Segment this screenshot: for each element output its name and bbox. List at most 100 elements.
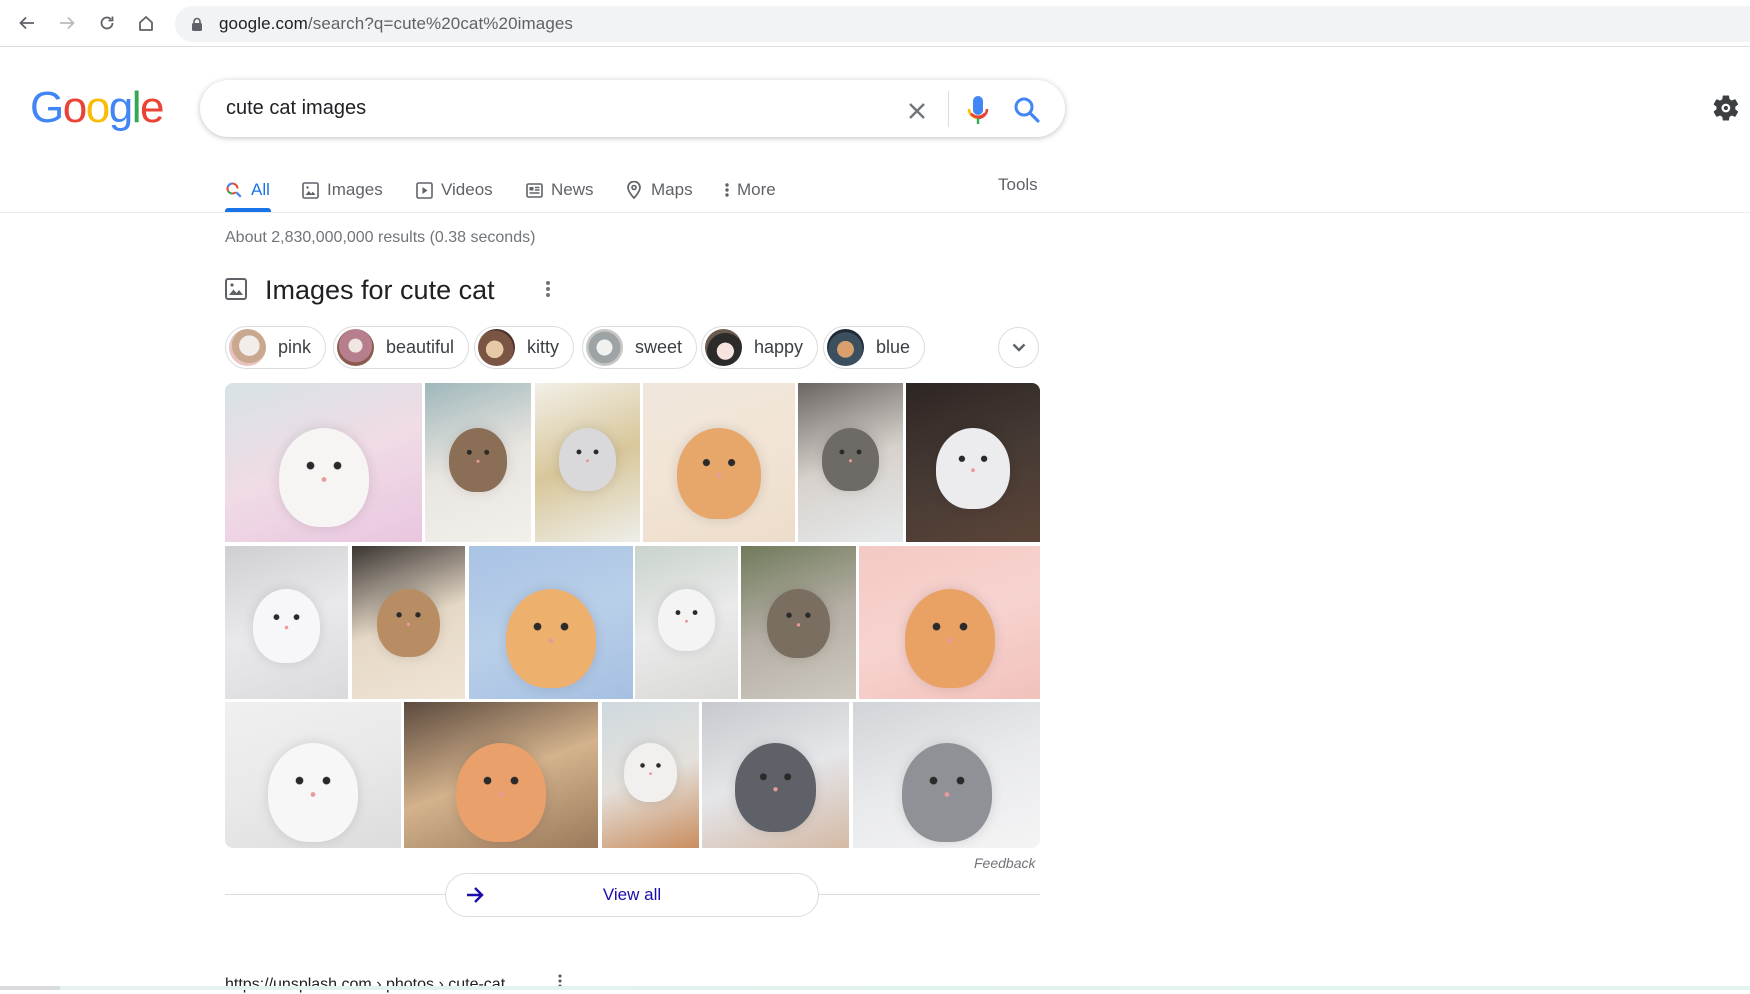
chip-sweet[interactable]: sweet: [582, 326, 698, 369]
image-result-tile[interactable]: [906, 383, 1040, 542]
image-result-tile[interactable]: [859, 546, 1040, 699]
logo-letter: G: [30, 83, 64, 132]
tab-images[interactable]: Images: [301, 175, 383, 205]
kitten-photo: [677, 427, 761, 520]
tab-more[interactable]: More: [723, 175, 776, 205]
kitten-photo: [623, 742, 678, 802]
logo-letter: o: [85, 83, 110, 132]
google-logo[interactable]: Google: [30, 83, 164, 132]
image-result-tile[interactable]: [225, 702, 401, 848]
image-result-tile[interactable]: [469, 546, 633, 699]
logo-letter: g: [108, 83, 133, 132]
tab-maps[interactable]: Maps: [625, 175, 693, 205]
chip-happy[interactable]: happy: [701, 326, 819, 369]
arrow-left-icon: [19, 16, 34, 30]
result-stats: About 2,830,000,000 results (0.38 second…: [225, 229, 536, 246]
images-section-header: Images for cute cat: [225, 272, 495, 308]
image-result-tile[interactable]: [225, 546, 348, 699]
image-grid: [225, 383, 1040, 848]
clear-search-button[interactable]: [903, 97, 931, 125]
logo-letter: o: [62, 83, 87, 132]
voice-search-button[interactable]: [963, 94, 993, 128]
kitten-photo: [252, 588, 321, 664]
kitten-photo: [901, 742, 992, 842]
tab-all[interactable]: All: [225, 175, 270, 205]
chip-blue[interactable]: blue: [823, 326, 926, 369]
chip-label: blue: [876, 337, 911, 357]
image-result-tile[interactable]: [535, 383, 640, 542]
kitten-photo: [735, 742, 816, 832]
tools-button[interactable]: Tools: [998, 175, 1038, 195]
chip-kitty[interactable]: kitty: [474, 326, 575, 369]
tab-news[interactable]: News: [525, 175, 594, 205]
kitten-photo: [904, 588, 995, 688]
view-all-button[interactable]: View all: [445, 873, 819, 917]
map-pin-icon: [625, 181, 643, 199]
newspaper-icon: [525, 181, 543, 199]
back-button[interactable]: [14, 10, 40, 36]
taskbar-edge: [0, 986, 60, 990]
image-result-tile[interactable]: [352, 546, 465, 699]
image-result-tile[interactable]: [643, 383, 795, 542]
image-icon: [301, 181, 319, 199]
image-result-tile[interactable]: [425, 383, 531, 542]
kitten-photo: [278, 427, 369, 527]
more-vertical-icon: [723, 181, 731, 199]
active-tab-indicator: [225, 208, 271, 212]
chip-thumbnail: [478, 329, 515, 366]
chip-label: beautiful: [386, 337, 455, 357]
home-icon: [139, 16, 153, 31]
search-divider: [948, 91, 949, 127]
chevron-down-icon: [1012, 343, 1025, 352]
image-result-tile[interactable]: [798, 383, 903, 542]
arrow-right-icon: [60, 16, 75, 30]
image-result-tile[interactable]: [702, 702, 849, 848]
kitten-photo: [268, 742, 358, 842]
image-result-tile[interactable]: [741, 546, 856, 699]
search-tabs: All Images Videos News Maps More: [0, 170, 1750, 213]
reload-icon: [100, 16, 114, 30]
tab-label: Images: [327, 180, 383, 199]
chip-beautiful[interactable]: beautiful: [333, 326, 470, 369]
close-icon: [909, 103, 925, 119]
kitten-photo: [558, 427, 617, 492]
image-icon: [225, 278, 249, 302]
address-bar[interactable]: google.com/search?q=cute%20cat%20images: [175, 6, 1750, 42]
tab-label: More: [737, 180, 776, 199]
image-result-tile[interactable]: [635, 546, 738, 699]
search-input[interactable]: [226, 80, 876, 137]
kitten-photo: [377, 588, 440, 658]
images-section-menu-button[interactable]: [538, 276, 558, 302]
images-section-title[interactable]: Images for cute cat: [265, 275, 495, 306]
url-text: google.com/search?q=cute%20cat%20images: [219, 14, 574, 33]
image-result-tile[interactable]: [225, 383, 422, 542]
chip-label: happy: [754, 337, 804, 357]
kitten-photo: [821, 427, 880, 492]
logo-letter: e: [139, 83, 164, 132]
lock-icon: [191, 16, 205, 32]
kitten-photo: [936, 427, 1010, 509]
image-result-tile[interactable]: [853, 702, 1040, 848]
chip-label: sweet: [635, 337, 683, 357]
taskbar-edge: [60, 986, 1750, 990]
kitten-photo: [456, 742, 546, 842]
home-button[interactable]: [133, 10, 159, 36]
reload-button[interactable]: [94, 10, 120, 36]
kitten-photo: [448, 427, 508, 492]
chip-pink[interactable]: pink: [225, 326, 327, 369]
image-result-tile[interactable]: [602, 702, 699, 848]
image-result-tile[interactable]: [404, 702, 598, 848]
settings-button[interactable]: [1711, 93, 1743, 125]
chip-thumbnail: [705, 329, 742, 366]
search-icon: [1014, 97, 1040, 123]
tab-label: All: [251, 180, 270, 199]
search-box: [200, 80, 1065, 137]
result-breadcrumb[interactable]: https://unsplash.com › photos › cute-cat: [225, 976, 505, 994]
chip-thumbnail: [337, 329, 374, 366]
forward-button[interactable]: [54, 10, 80, 36]
feedback-link[interactable]: Feedback: [974, 855, 1035, 871]
expand-chips-button[interactable]: [998, 327, 1039, 368]
tab-videos[interactable]: Videos: [415, 175, 493, 205]
chip-label: kitty: [527, 337, 560, 357]
search-button[interactable]: [1011, 94, 1043, 126]
